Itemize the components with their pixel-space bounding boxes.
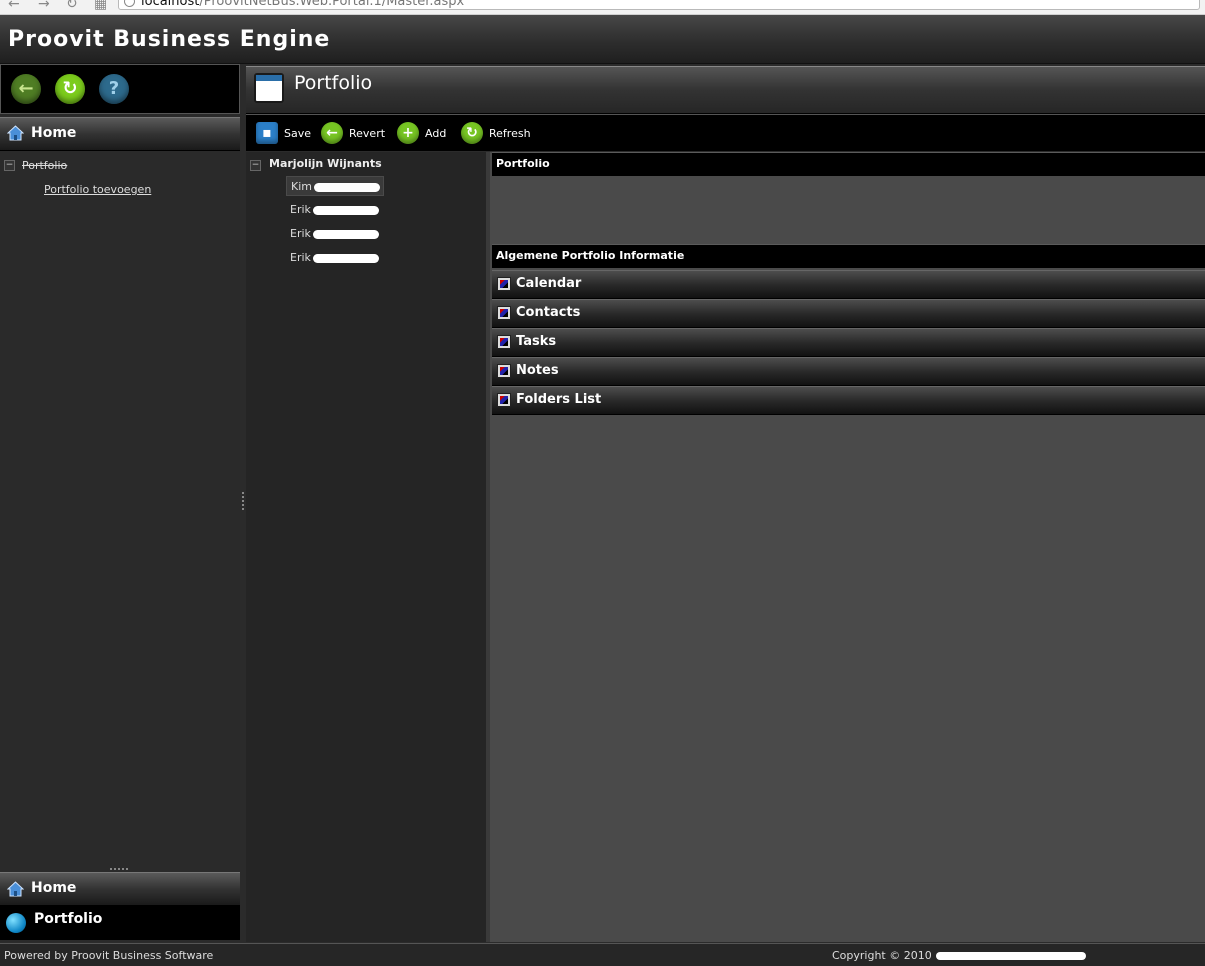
collapse-icon[interactable]: − <box>4 160 15 171</box>
page-info-icon <box>124 0 135 7</box>
section-contacts[interactable]: Contacts <box>492 299 1205 328</box>
bottom-home-button[interactable]: Home <box>0 872 240 906</box>
quick-action-bar: ← ↻ ? <box>0 64 240 114</box>
person-name: Erik <box>290 251 311 264</box>
add-label: Add <box>425 126 447 140</box>
person-name: Kim <box>291 180 312 193</box>
main-content: Portfolio ▪ Save ← Revert + Add ↻ Refres… <box>246 64 1205 942</box>
revert-arrow-icon: ← <box>321 122 343 144</box>
section-icon <box>497 277 511 291</box>
portfolio-content-area <box>492 177 1205 241</box>
portfolio-globe-icon <box>6 913 26 933</box>
redaction-mark <box>312 253 379 263</box>
list-item[interactable]: Erik <box>286 248 384 268</box>
page-header: Portfolio <box>246 66 1205 114</box>
bottom-home-label: Home <box>31 880 77 896</box>
section-label: Folders List <box>516 392 602 407</box>
home-label: Home <box>31 125 77 141</box>
browser-chrome: ← → ↻ ▦ localhost/ProovitNetBus.Web.Port… <box>0 0 1205 15</box>
list-item[interactable]: Kim <box>286 176 384 196</box>
url-path: /ProovitNetBus.Web.Portal.1/Master.aspx <box>199 0 465 9</box>
section-folders-list[interactable]: Folders List <box>492 386 1205 415</box>
app-banner: Proovit Business Engine <box>0 15 1205 64</box>
reload-icon[interactable]: ↻ <box>66 0 78 12</box>
person-name: Erik <box>290 203 311 216</box>
banner-title: Proovit Business Engine <box>8 27 331 52</box>
section-icon <box>497 335 511 349</box>
collapse-icon[interactable]: − <box>250 160 261 171</box>
apps-icon[interactable]: ▦ <box>94 0 107 12</box>
portfolio-header: Portfolio <box>492 152 1205 176</box>
section-icon <box>497 364 511 378</box>
tree-node-portfolio[interactable]: − Portfolio <box>0 157 240 181</box>
revert-label: Revert <box>349 126 386 140</box>
splitter-grip-icon[interactable] <box>110 868 128 870</box>
section-notes[interactable]: Notes <box>492 357 1205 386</box>
section-label: Calendar <box>516 276 582 291</box>
section-icon <box>497 306 511 320</box>
people-group[interactable]: − Marjolijn Wijnants <box>246 156 486 174</box>
address-bar[interactable]: localhost/ProovitNetBus.Web.Portal.1/Mas… <box>118 0 1200 10</box>
navigation-tree: − Portfolio Portfolio toevoegen <box>0 151 240 205</box>
refresh-label: Refresh <box>489 126 531 140</box>
group-name: Marjolijn Wijnants <box>269 157 382 170</box>
page-title: Portfolio <box>294 72 373 94</box>
section-calendar[interactable]: Calendar <box>492 270 1205 299</box>
floppy-disk-icon: ▪ <box>256 122 278 144</box>
tree-node-label: Portfolio <box>22 159 68 172</box>
splitter-grip-icon[interactable] <box>242 492 244 510</box>
section-icon <box>497 393 511 407</box>
bottom-portfolio-button[interactable]: Portfolio <box>0 905 240 940</box>
left-navigation-panel: ← ↻ ? Home − Portfolio Portfolio toevoeg… <box>0 64 242 942</box>
section-label: Notes <box>516 363 559 378</box>
refresh-button[interactable]: ↻ Refresh <box>461 121 531 145</box>
tree-node-portfolio-add[interactable]: Portfolio toevoegen <box>0 181 240 205</box>
redaction-mark <box>935 952 1086 960</box>
home-section-header[interactable]: Home <box>0 117 240 151</box>
forward-arrow-icon[interactable]: → <box>38 0 50 12</box>
refresh-icon[interactable]: ↻ <box>55 74 85 104</box>
copyright-text: Copyright © 2010 <box>832 949 1086 962</box>
add-button[interactable]: + Add <box>397 121 446 145</box>
refresh-icon: ↻ <box>461 122 483 144</box>
detail-panel: Portfolio Algemene Portfolio Informatie … <box>490 152 1205 942</box>
plus-icon: + <box>397 122 419 144</box>
back-icon[interactable]: ← <box>11 74 41 104</box>
toolbar: ▪ Save ← Revert + Add ↻ Refresh <box>246 114 1205 151</box>
redaction-mark <box>312 205 379 215</box>
revert-button[interactable]: ← Revert <box>321 121 385 145</box>
info-header: Algemene Portfolio Informatie <box>492 244 1205 268</box>
redaction-mark <box>314 182 380 192</box>
window-icon <box>254 73 284 103</box>
home-icon <box>7 125 24 141</box>
copyright-label: Copyright © 2010 <box>832 949 932 962</box>
list-item[interactable]: Erik <box>286 200 384 220</box>
redaction-mark <box>312 229 379 239</box>
bottom-portfolio-label: Portfolio <box>34 911 103 927</box>
url-host: localhost <box>141 0 200 9</box>
section-tasks[interactable]: Tasks <box>492 328 1205 357</box>
footer: Powered by Proovit Business Software Cop… <box>0 943 1205 966</box>
section-label: Tasks <box>516 334 557 349</box>
list-item[interactable]: Erik <box>286 224 384 244</box>
home-icon <box>7 881 24 897</box>
back-arrow-icon[interactable]: ← <box>8 0 20 12</box>
section-label: Contacts <box>516 305 581 320</box>
person-name: Erik <box>290 227 311 240</box>
save-label: Save <box>284 126 312 140</box>
tree-node-label[interactable]: Portfolio toevoegen <box>44 181 151 199</box>
help-icon[interactable]: ? <box>99 74 129 104</box>
people-list: − Marjolijn Wijnants Kim Erik Erik Erik <box>246 152 490 942</box>
save-button[interactable]: ▪ Save <box>256 121 311 145</box>
powered-by-text: Powered by Proovit Business Software <box>4 949 214 962</box>
